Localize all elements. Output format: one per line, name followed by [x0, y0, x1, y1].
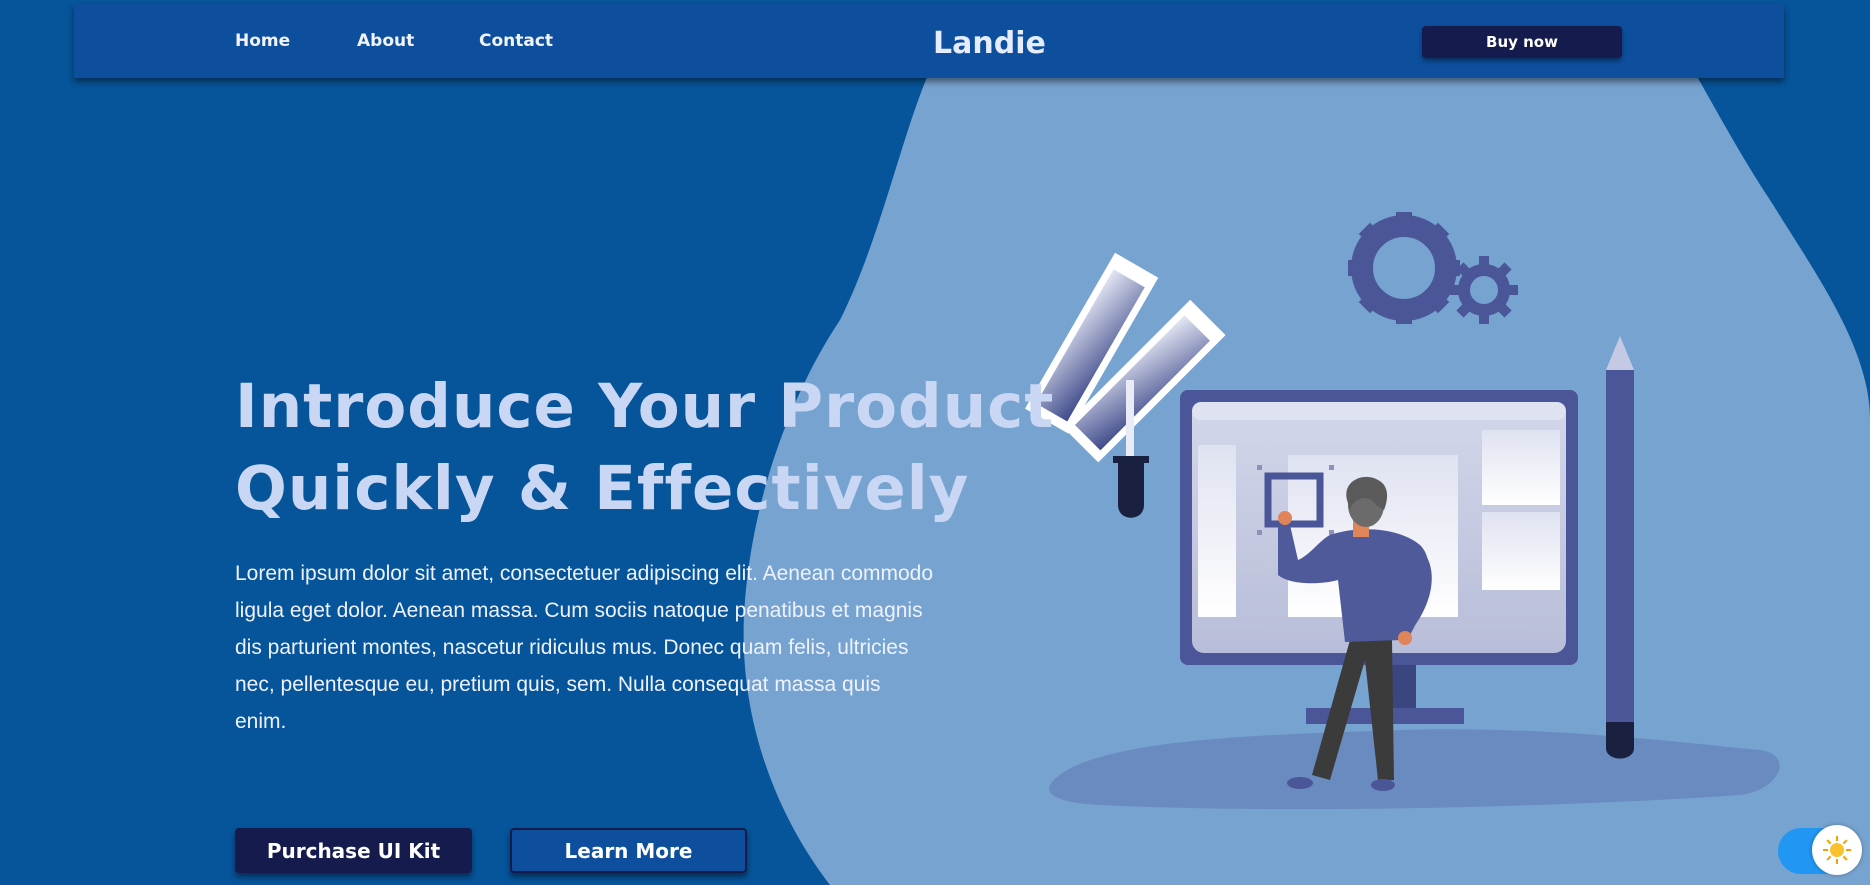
gears-icon [1348, 212, 1518, 324]
theme-toggle[interactable] [1778, 825, 1862, 875]
hero-title-line-2: Quickly & Effectively [235, 453, 970, 524]
hero-title-line-1: Introduce Your Product [235, 371, 1055, 442]
top-navbar: Home About Contact Landie Buy now [74, 4, 1784, 78]
toggle-knob[interactable] [1812, 825, 1862, 875]
hero-description: Lorem ipsum dolor sit amet, consectetuer… [235, 562, 934, 733]
sun-icon [1823, 836, 1851, 864]
nav-link-about[interactable]: About [357, 4, 414, 78]
buy-now-button[interactable]: Buy now [1422, 26, 1622, 58]
monitor-icon [1180, 390, 1578, 724]
brand-logo[interactable]: Landie [933, 4, 1046, 78]
nav-link-home[interactable]: Home [235, 4, 290, 78]
designer-person-icon [1278, 476, 1432, 791]
purchase-ui-kit-button[interactable]: Purchase UI Kit [235, 828, 472, 873]
nav-link-contact[interactable]: Contact [479, 4, 553, 78]
eyedropper-icon [1113, 380, 1149, 518]
learn-more-button[interactable]: Learn More [510, 828, 747, 873]
color-swatch-icon [1025, 252, 1226, 463]
pen-icon [1606, 336, 1634, 759]
hero-title: Introduce Your Product Quickly & Effecti… [235, 366, 1054, 530]
